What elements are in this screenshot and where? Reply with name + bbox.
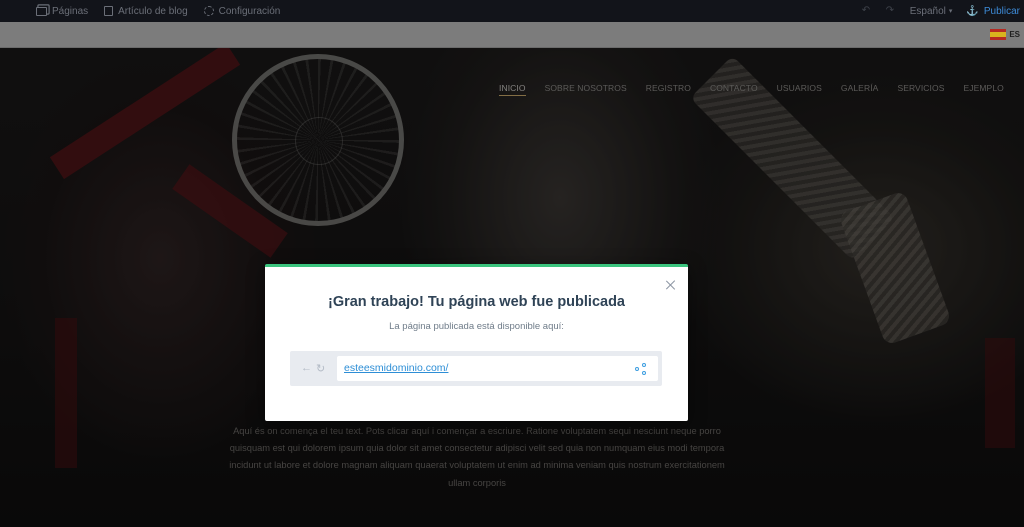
anchor-icon: ⚓: [966, 6, 979, 17]
reload-icon: ↻: [316, 363, 326, 375]
site-language-bar: ES: [0, 22, 1024, 48]
browser-url-bar: ← ↻ esteesmidominio.com/: [290, 351, 662, 386]
settings-menu[interactable]: Configuración: [196, 6, 289, 17]
settings-label: Configuración: [218, 5, 281, 17]
pages-label: Páginas: [52, 5, 89, 17]
chevron-down-icon: ▾: [948, 8, 953, 15]
document-icon: [104, 6, 114, 16]
blog-article-menu[interactable]: Artículo de blog: [96, 6, 196, 17]
published-url-link[interactable]: esteesmidominio.com/: [344, 362, 448, 374]
pages-icon: [36, 6, 47, 16]
blog-article-label: Artículo de blog: [118, 5, 188, 17]
spain-flag-icon[interactable]: [990, 29, 1006, 40]
language-selector[interactable]: Español ▾: [910, 6, 953, 17]
publish-button[interactable]: ⚓ Publicar: [966, 5, 1020, 18]
gear-icon: [203, 6, 214, 16]
undo-icon[interactable]: ↶: [862, 6, 872, 16]
redo-icon[interactable]: ↷: [886, 6, 896, 16]
pages-menu[interactable]: Páginas: [28, 6, 96, 17]
share-icon[interactable]: [635, 363, 647, 375]
publish-label: Publicar: [983, 5, 1020, 17]
close-icon[interactable]: [665, 279, 677, 291]
back-arrow-icon: ←: [301, 362, 312, 374]
published-dialog: ¡Gran trabajo! Tu página web fue publica…: [265, 264, 688, 421]
dialog-subtitle: La página publicada está disponible aquí…: [389, 321, 564, 332]
published-url-field: esteesmidominio.com/: [337, 356, 658, 381]
language-label: Español: [909, 5, 946, 17]
dialog-title: ¡Gran trabajo! Tu página web fue publica…: [327, 294, 625, 310]
editor-toolbar: Páginas Artículo de blog Configuración ↶…: [0, 0, 1024, 22]
language-code[interactable]: ES: [1009, 30, 1020, 39]
